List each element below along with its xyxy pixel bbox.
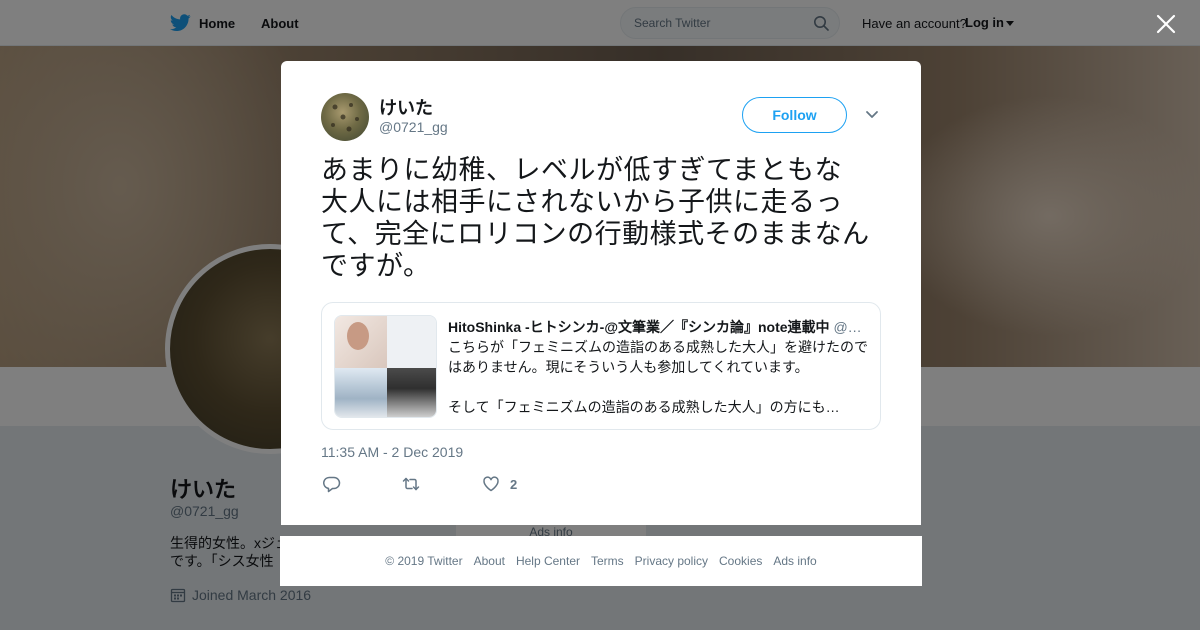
quoted-tweet-card[interactable]: HitoShinka -ヒトシンカ-@文筆業／『シンカ論』note連載中 @… …: [321, 302, 881, 430]
tweet-text-line: ですが。: [321, 251, 431, 281]
like-button[interactable]: 2: [482, 475, 517, 493]
tweet-author-handle[interactable]: @0721_gg: [379, 119, 448, 135]
footer-link-ads-info[interactable]: Ads info: [773, 554, 816, 568]
quoted-image-landscape: [335, 368, 387, 417]
footer-link-about[interactable]: About: [474, 554, 505, 568]
tweet-modal: けいた @0721_gg Follow あまりに幼稚、レベルが低すぎてまともな …: [281, 61, 921, 525]
portrait-face: [347, 322, 369, 350]
quoted-tweet-text-line: はありません。現にそういう人も参加してくれています。: [448, 359, 809, 375]
modal-footer: © 2019 Twitter About Help Center Terms P…: [280, 536, 922, 586]
reply-button[interactable]: [323, 475, 341, 493]
footer-link-cookies[interactable]: Cookies: [719, 554, 762, 568]
leopard-avatar-image: [331, 103, 359, 132]
tweet-author-avatar[interactable]: [321, 93, 369, 141]
tweet-author-name[interactable]: けいた: [379, 94, 433, 120]
quoted-tweet-author: HitoShinka -ヒトシンカ-@文筆業／『シンカ論』note連載中 @…: [448, 317, 868, 337]
retweet-icon: [402, 477, 420, 491]
tweet-text: あまりに幼稚、レベルが低すぎてまともな 大人には相手にされないから子供に走るっ …: [321, 154, 886, 282]
footer-copyright: © 2019 Twitter: [385, 554, 463, 568]
quoted-image-document: [387, 316, 436, 368]
quoted-tweet-image: [334, 315, 437, 418]
chevron-down-icon[interactable]: [865, 110, 879, 120]
heart-icon: [483, 476, 499, 492]
tweet-text-line: て、完全にロリコンの行動様式そのままなん: [321, 219, 870, 249]
retweet-button[interactable]: [402, 475, 420, 493]
quoted-tweet-text-line: こちらが「フェミニズムの造詣のある成熟した大人」を避けたので: [448, 339, 868, 355]
footer-link-privacy-policy[interactable]: Privacy policy: [635, 554, 708, 568]
quoted-author-handle: @…: [833, 319, 862, 335]
like-count: 2: [510, 476, 518, 492]
tweet-timestamp[interactable]: 11:35 AM - 2 Dec 2019: [321, 444, 463, 460]
reply-icon: [323, 476, 341, 493]
quoted-image-crowd: [387, 368, 436, 417]
tweet-text-line: あまりに幼稚、レベルが低すぎてまともな: [321, 155, 843, 185]
quoted-tweet-text-line: そして「フェミニズムの造詣のある成熟した大人」の方にも…: [448, 399, 840, 415]
quoted-image-portrait: [335, 316, 387, 368]
footer-link-help-center[interactable]: Help Center: [516, 554, 580, 568]
quoted-author-name: HitoShinka -ヒトシンカ-@文筆業／『シンカ論』note連載中: [448, 319, 830, 335]
footer-link-terms[interactable]: Terms: [591, 554, 624, 568]
follow-button[interactable]: Follow: [742, 97, 847, 133]
close-icon[interactable]: [1156, 14, 1176, 34]
tweet-text-line: 大人には相手にされないから子供に走るっ: [321, 187, 843, 217]
